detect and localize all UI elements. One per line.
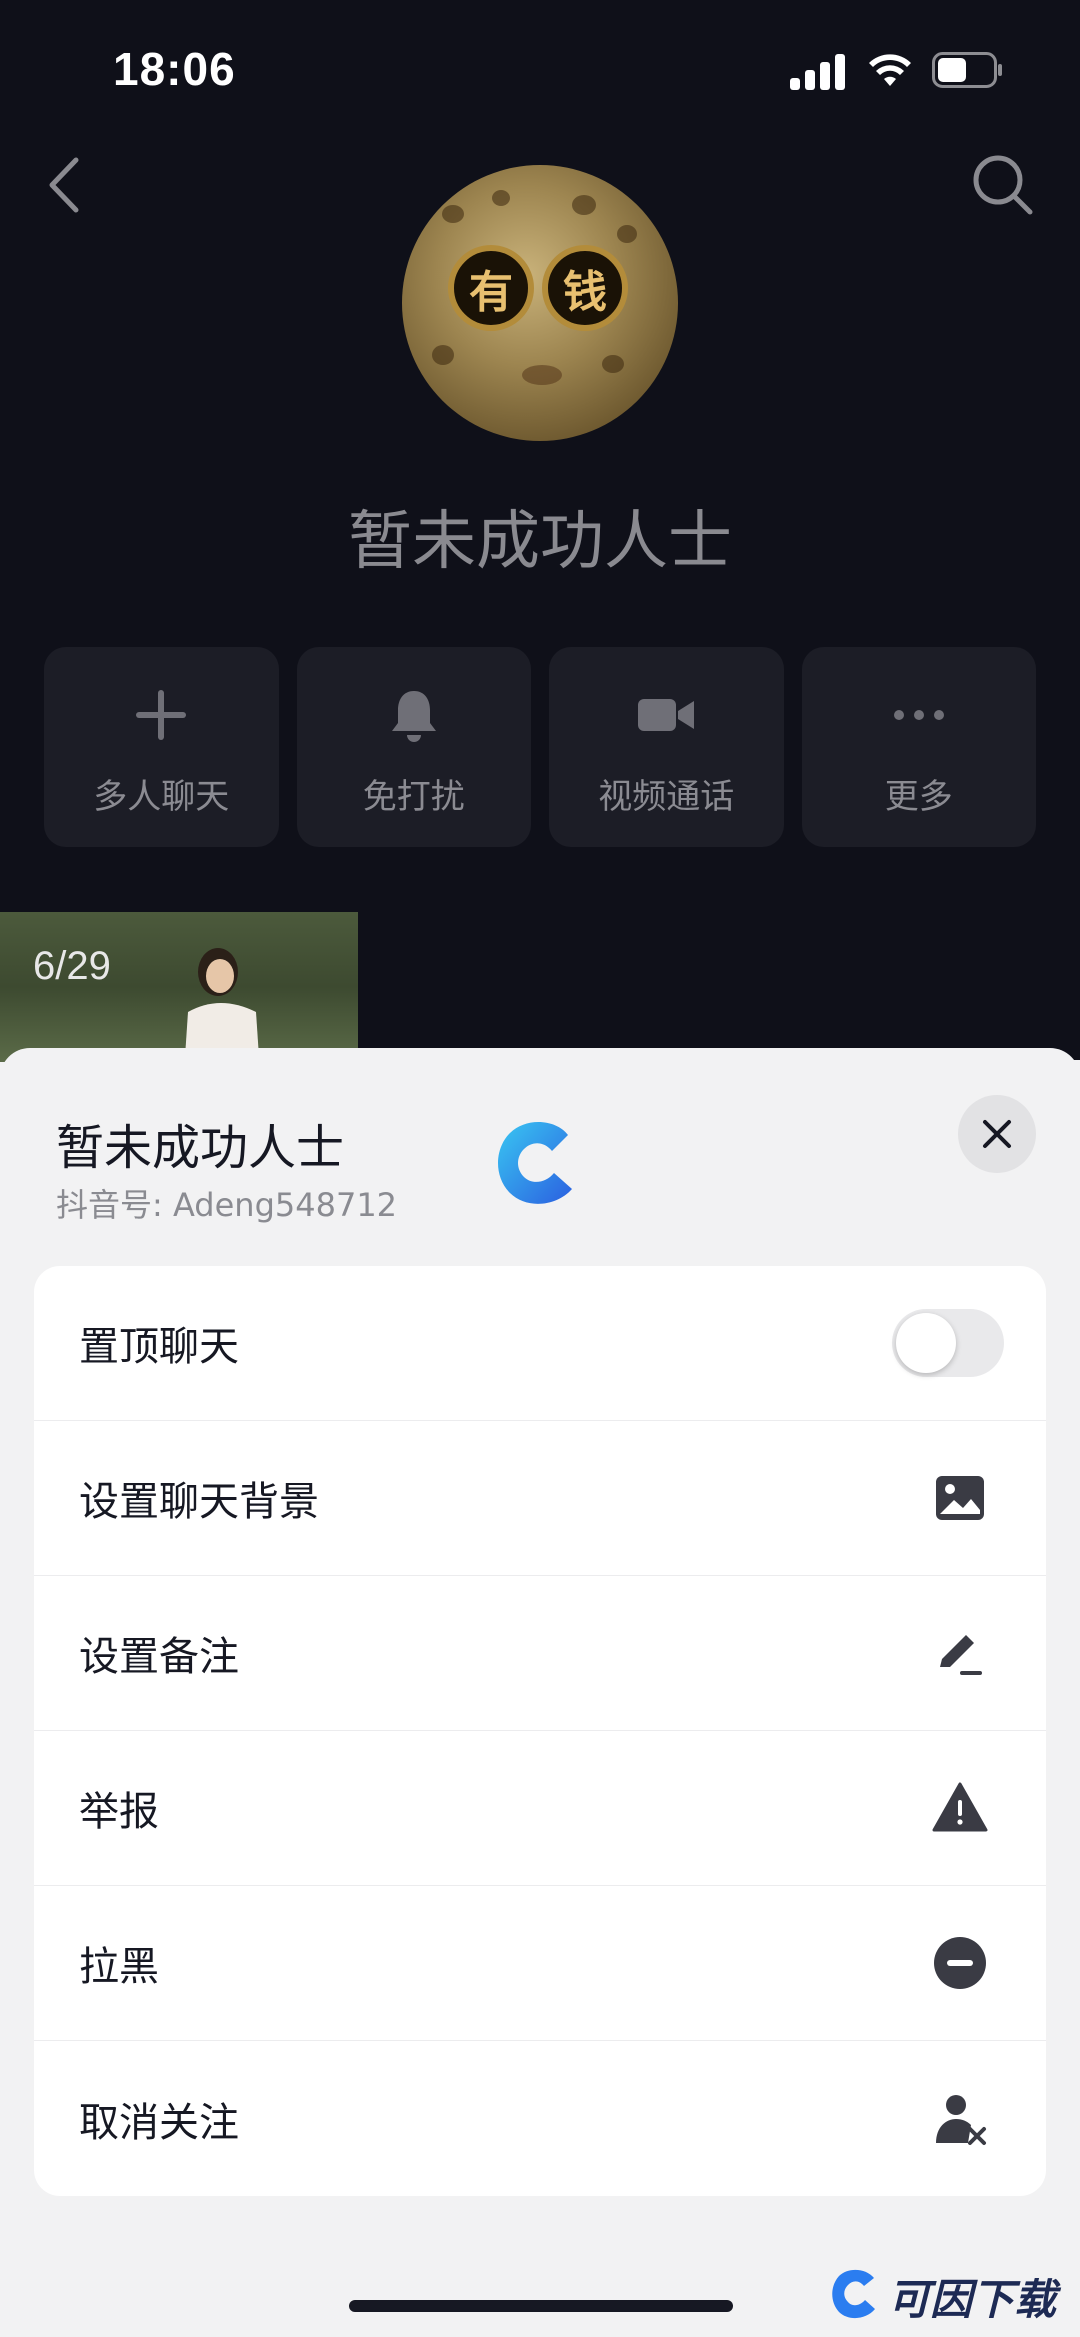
status-time: 18:06 [113,43,236,95]
options-sheet: 暂未成功人士 抖音号: Adeng548712 置顶聊天 设置聊天背景 设置备注… [0,1048,1080,2337]
options-menu: 置顶聊天 设置聊天背景 设置备注 举报 拉黑 取消关注 [34,1266,1046,2196]
do-not-disturb-button[interactable]: 免打扰 [296,647,531,847]
wifi-icon [869,54,911,86]
menu-item-label: 举报 [79,1789,159,1835]
menu-item-label: 设置备注 [79,1634,239,1680]
video-call-button[interactable]: 视频通话 [549,647,784,847]
menu-item-label: 取消关注 [79,2099,239,2146]
block-icon [934,1937,986,1989]
profile-name: 暂未成功人士 [348,505,732,579]
menu-item-block[interactable]: 拉黑 [34,1886,1046,2041]
video-camera-icon [638,699,695,731]
menu-item-set-remark[interactable]: 设置备注 [34,1576,1046,1731]
watermark: 可因下载 [828,2262,1074,2326]
menu-item-label: 置顶聊天 [79,1324,239,1370]
plus-icon [136,690,187,740]
back-button[interactable] [40,150,90,220]
warning-icon [932,1782,988,1832]
chevron-left-icon [49,157,79,213]
battery-icon [932,52,1002,88]
watermark-text: 可因下载 [888,2275,1057,2324]
watermark-logo-icon [832,2269,875,2319]
menu-item-report[interactable]: 举报 [34,1731,1046,1886]
toggle-knob [896,1313,956,1373]
pin-chat-toggle[interactable] [892,1309,1004,1377]
menu-item-pin-chat[interactable]: 置顶聊天 [34,1266,1046,1421]
brand-logo-icon [498,1121,572,1204]
avatar-glass-left: 有 [448,245,534,331]
video-call-label: 视频通话 [598,777,735,817]
search-icon [973,155,1033,215]
menu-item-chat-background[interactable]: 设置聊天背景 [34,1421,1046,1576]
bell-icon [391,691,436,742]
avatar-glass-right: 钱 [542,245,628,331]
cellular-signal-icon [790,52,846,90]
person-photo [184,948,260,1062]
more-dots-icon [893,710,944,720]
more-label: 更多 [884,777,953,817]
home-indicator[interactable] [349,2300,733,2312]
media-counter: 6/29 [33,944,111,988]
close-button[interactable] [958,1095,1036,1173]
status-bar: 18:06 [0,0,1080,140]
group-chat-button[interactable]: 多人聊天 [44,647,279,847]
user-remove-icon [936,2094,986,2145]
avatar[interactable]: 有 钱 [402,165,678,441]
image-icon [936,1476,984,1520]
action-buttons: 多人聊天 免打扰 视频通话 更多 [44,647,1036,847]
menu-item-unfollow[interactable]: 取消关注 [34,2041,1046,2196]
menu-item-label: 拉黑 [79,1944,159,1990]
menu-item-label: 设置聊天背景 [79,1479,319,1525]
group-chat-label: 多人聊天 [93,777,230,817]
do-not-disturb-label: 免打扰 [362,777,465,817]
sheet-title: 暂未成功人士 [56,1120,345,1176]
more-button[interactable]: 更多 [801,647,1036,847]
pencil-icon [940,1635,982,1675]
search-button[interactable] [968,150,1038,220]
close-icon [983,1120,1011,1148]
media-thumbnail[interactable]: 6/29 [0,912,358,1062]
sheet-douyin-id: 抖音号: Adeng548712 [56,1186,398,1224]
